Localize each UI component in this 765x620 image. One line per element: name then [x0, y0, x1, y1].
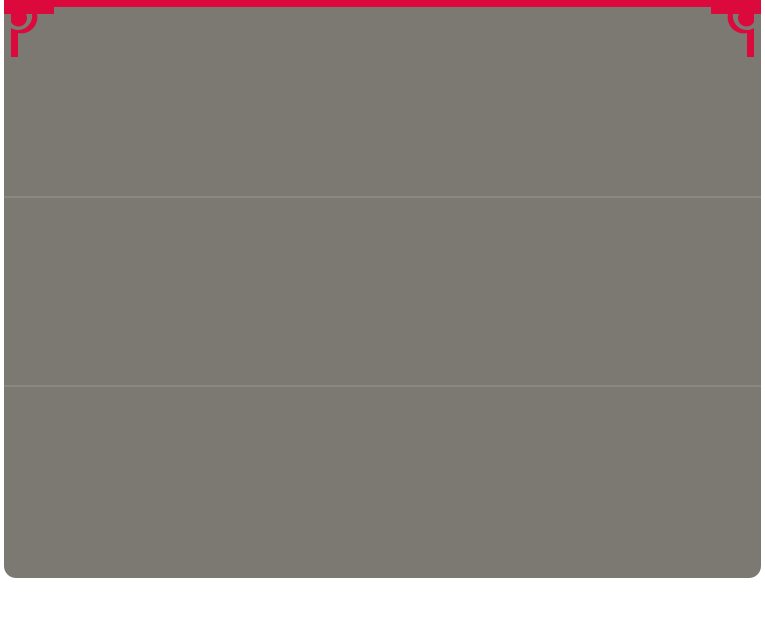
- accent-top-bar: [4, 0, 761, 7]
- panel-section-top: [4, 7, 761, 196]
- content-panel: [4, 0, 761, 578]
- panel-section-bottom: [4, 387, 761, 578]
- panel-section-middle: [4, 198, 761, 385]
